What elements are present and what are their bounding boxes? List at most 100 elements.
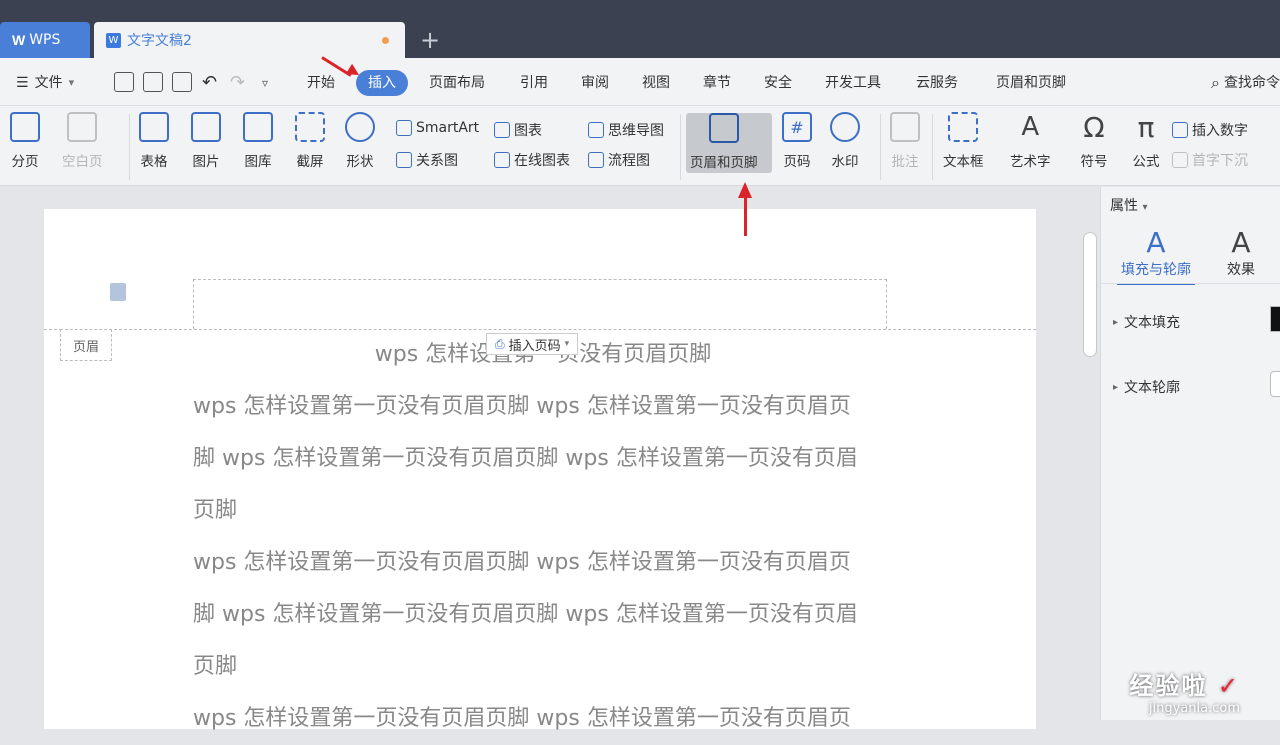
red-arrow-head-icon bbox=[738, 182, 752, 198]
insert-page-number-button[interactable]: ⎙ 插入页码 ▾ bbox=[486, 333, 579, 355]
tab-fill-outline-label: 填充与轮廓 bbox=[1121, 262, 1191, 278]
screenshot-label: 截屏 bbox=[296, 154, 324, 170]
page-number-small-icon: ⎙ bbox=[495, 336, 505, 351]
vertical-scrollbar[interactable] bbox=[1080, 187, 1100, 720]
relation-chart-button[interactable]: 关系图 bbox=[396, 150, 458, 170]
table-label: 表格 bbox=[140, 154, 168, 170]
print-icon[interactable] bbox=[143, 72, 163, 92]
smartart-button[interactable]: SmartArt bbox=[396, 120, 479, 136]
customize-chevron-icon[interactable]: ▿ bbox=[262, 70, 268, 96]
insert-number-label: 插入数字 bbox=[1192, 123, 1248, 139]
flowchart-label: 流程图 bbox=[608, 153, 650, 169]
table-button[interactable]: 表格 bbox=[139, 112, 169, 170]
wps-home-tab[interactable]: W WPS bbox=[0, 22, 90, 58]
comment-label: 批注 bbox=[891, 154, 919, 170]
document-tab[interactable]: W 文字文稿2 bbox=[94, 22, 405, 58]
blank-page-button[interactable]: 空白页 bbox=[62, 112, 103, 170]
body-line: 页脚 bbox=[193, 498, 238, 523]
tab-references[interactable]: 引用 bbox=[520, 70, 548, 96]
insert-number-button[interactable]: 插入数字 bbox=[1172, 120, 1248, 140]
unsaved-dot-icon bbox=[382, 37, 389, 44]
panel-divider bbox=[1101, 283, 1280, 284]
gallery-icon bbox=[243, 112, 273, 142]
flowchart-icon bbox=[588, 152, 604, 168]
hamburger-icon: ☰ bbox=[16, 75, 29, 91]
screenshot-button[interactable]: 截屏 bbox=[295, 112, 325, 170]
text-outline-section[interactable]: ▸ 文本轮廓 bbox=[1113, 377, 1180, 397]
tab-header-footer[interactable]: 页眉和页脚 bbox=[996, 70, 1066, 96]
header-edit-area[interactable] bbox=[193, 279, 887, 329]
wps-tab-label: WPS bbox=[29, 32, 61, 48]
chart-label: 图表 bbox=[514, 123, 542, 139]
mindmap-icon bbox=[588, 122, 604, 138]
tab-review[interactable]: 审阅 bbox=[581, 70, 609, 96]
tab-view[interactable]: 视图 bbox=[642, 70, 670, 96]
properties-panel: 属性 ▾ A 填充与轮廓 A 效果 ▸ 文本填充 ▸ 文本轮廓 bbox=[1100, 187, 1280, 720]
title-bar: W WPS W 文字文稿2 + bbox=[0, 0, 1280, 58]
page-number-button[interactable]: # 页码 bbox=[782, 112, 812, 170]
document-area: 页眉 wps 怎样设置第一页没有页眉页脚 wps 怎样设置第一页没有页眉页脚 w… bbox=[0, 187, 1080, 731]
tab-page-layout[interactable]: 页面布局 bbox=[429, 70, 485, 96]
drop-cap-button[interactable]: 首字下沉 bbox=[1172, 150, 1248, 170]
tab-insert[interactable]: 插入 bbox=[356, 70, 408, 96]
header-options-icon[interactable] bbox=[110, 283, 126, 301]
tab-home[interactable]: 开始 bbox=[307, 70, 335, 96]
textbox-button[interactable]: 文本框 bbox=[943, 112, 984, 170]
tab-developer[interactable]: 开发工具 bbox=[825, 70, 881, 96]
menu-bar: ☰ 文件 ▾ ↶ ↷ ▿ 开始 插入 页面布局 引用 审阅 视图 章节 安全 开… bbox=[0, 58, 1280, 106]
body-line: 页脚 bbox=[193, 654, 238, 679]
header-footer-button[interactable]: 页眉和页脚 bbox=[686, 113, 772, 173]
watermark-icon bbox=[830, 112, 860, 142]
document-body-text[interactable]: wps 怎样设置第一页没有页眉页脚 wps 怎样设置第一页没有页眉页脚 wps … bbox=[193, 329, 893, 745]
symbol-button[interactable]: Ω 符号 bbox=[1079, 111, 1109, 171]
expand-arrow-icon: ▸ bbox=[1113, 381, 1119, 393]
print-preview-icon[interactable] bbox=[172, 72, 192, 92]
watermark-label: 水印 bbox=[831, 154, 859, 170]
watermark-button[interactable]: 水印 bbox=[830, 112, 860, 170]
file-menu[interactable]: ☰ 文件 ▾ bbox=[16, 70, 74, 96]
text-fill-section[interactable]: ▸ 文本填充 bbox=[1113, 312, 1180, 332]
expand-arrow-icon: ▸ bbox=[1113, 316, 1119, 328]
smartart-icon bbox=[396, 120, 412, 136]
tab-section[interactable]: 章节 bbox=[703, 70, 731, 96]
wps-logo-icon: W bbox=[12, 32, 26, 48]
text-fill-icon: A bbox=[1146, 226, 1166, 259]
document-page[interactable]: 页眉 wps 怎样设置第一页没有页眉页脚 wps 怎样设置第一页没有页眉页脚 w… bbox=[44, 209, 1036, 731]
tab-cloud[interactable]: 云服务 bbox=[916, 70, 958, 96]
tab-fill-outline[interactable]: A 填充与轮廓 bbox=[1117, 227, 1195, 285]
body-line: 脚 wps 怎样设置第一页没有页眉页脚 wps 怎样设置第一页没有页眉 bbox=[193, 602, 858, 627]
body-line: wps 怎样设置第一页没有页眉页脚 wps 怎样设置第一页没有页眉页 bbox=[193, 706, 851, 731]
mindmap-button[interactable]: 思维导图 bbox=[588, 120, 664, 140]
flowchart-button[interactable]: 流程图 bbox=[588, 150, 650, 170]
online-chart-button[interactable]: 在线图表 bbox=[494, 150, 570, 170]
online-chart-icon bbox=[494, 152, 510, 168]
chevron-down-icon: ▾ bbox=[68, 76, 75, 89]
search-command[interactable]: ⌕ 查找命令 bbox=[1211, 70, 1280, 96]
tab-security[interactable]: 安全 bbox=[764, 70, 792, 96]
scrollbar-thumb[interactable] bbox=[1083, 232, 1097, 357]
drop-cap-icon bbox=[1172, 152, 1188, 168]
page-break-button[interactable]: 分页 bbox=[10, 112, 40, 170]
text-fill-color-swatch[interactable] bbox=[1270, 306, 1280, 332]
insert-number-icon bbox=[1172, 122, 1188, 138]
mindmap-label: 思维导图 bbox=[608, 123, 664, 139]
comment-button[interactable]: 批注 bbox=[890, 112, 920, 170]
chevron-down-icon: ▾ bbox=[1142, 202, 1148, 213]
chart-button[interactable]: 图表 bbox=[494, 120, 542, 140]
undo-icon[interactable]: ↶ bbox=[202, 70, 217, 96]
redo-icon[interactable]: ↷ bbox=[230, 70, 245, 96]
wordart-button[interactable]: A 艺术字 bbox=[1010, 112, 1051, 170]
picture-button[interactable]: 图片 bbox=[191, 112, 221, 170]
shape-button[interactable]: 形状 bbox=[345, 112, 375, 170]
formula-button[interactable]: π 公式 bbox=[1131, 111, 1161, 171]
save-icon[interactable] bbox=[114, 72, 134, 92]
blank-page-label: 空白页 bbox=[62, 154, 103, 170]
blank-page-icon bbox=[67, 112, 98, 142]
properties-title[interactable]: 属性 ▾ bbox=[1110, 195, 1147, 215]
picture-icon bbox=[191, 112, 221, 142]
tab-effect[interactable]: A 效果 bbox=[1227, 227, 1255, 279]
page-break-icon bbox=[10, 112, 40, 142]
gallery-button[interactable]: 图库 bbox=[243, 112, 273, 170]
text-outline-color-swatch[interactable] bbox=[1270, 371, 1280, 397]
new-tab-button[interactable]: + bbox=[420, 26, 440, 54]
